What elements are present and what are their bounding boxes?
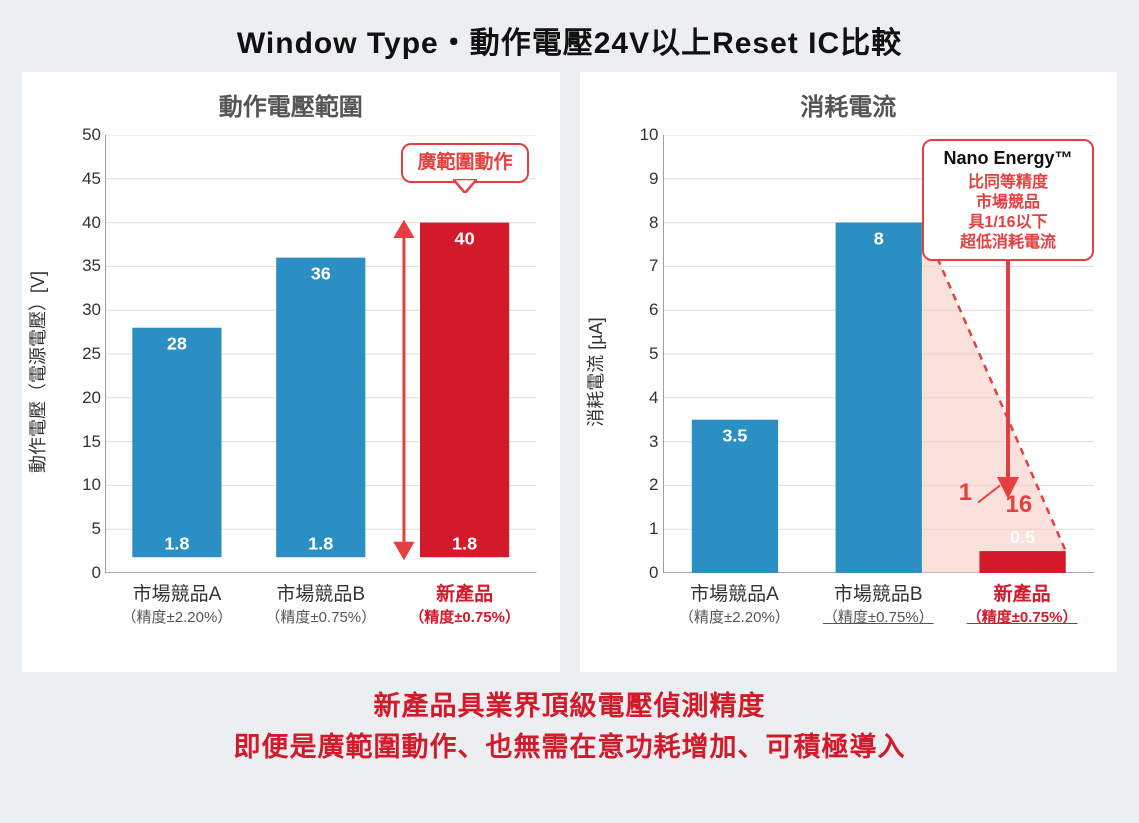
svg-text:8: 8 xyxy=(873,229,883,249)
arrow-down-icon xyxy=(993,259,1023,499)
x-category: 市場競品B（精度±0.75%） xyxy=(249,573,393,661)
svg-text:36: 36 xyxy=(311,264,331,284)
panel-title: 消耗電流 xyxy=(581,73,1117,126)
summary-text: 新產品具業界頂級電壓偵測精度 即便是廣範圍動作、也無需在意功耗增加、可積極導入 xyxy=(22,686,1117,767)
y-axis-label: 消耗電流 [µA] xyxy=(582,317,608,426)
x-category: 市場競品A（精度±2.20%） xyxy=(105,573,249,661)
x-category-new: 新產品（精度±0.75%） xyxy=(950,573,1094,661)
plot-area: 28 1.8 36 1.8 40 1.8 xyxy=(105,135,537,573)
y-axis-label: 動作電壓（電源電壓）[V] xyxy=(24,271,50,473)
callout-nano-energy: Nano Energy™ 比同等精度 市場競品 具1/16以下 超低消耗電流 xyxy=(922,139,1094,261)
svg-text:1.8: 1.8 xyxy=(452,533,477,553)
chart-svg: 28 1.8 36 1.8 40 1.8 xyxy=(105,135,537,573)
svg-text:1.8: 1.8 xyxy=(308,533,333,553)
panel-voltage-range: 動作電壓範圍 動作電壓（電源電壓）[V] 0510152025303540455… xyxy=(22,72,560,672)
x-category: 市場競品B（精度±0.75%） xyxy=(806,573,950,661)
x-axis: 市場競品A（精度±2.20%） 市場競品B（精度±0.75%） 新產品（精度±0… xyxy=(105,573,537,661)
x-category-new: 新產品（精度±0.75%） xyxy=(393,573,537,661)
panel-title: 動作電壓範圍 xyxy=(23,73,559,126)
y-axis-ticks: 012345678910 xyxy=(629,135,663,573)
svg-text:3.5: 3.5 xyxy=(722,426,747,446)
panels: 動作電壓範圍 動作電壓（電源電壓）[V] 0510152025303540455… xyxy=(22,72,1117,672)
panel-current: 消耗電流 消耗電流 [µA] 012345678910 3.580.5 1 16 xyxy=(580,72,1118,672)
svg-text:28: 28 xyxy=(167,334,187,354)
svg-text:40: 40 xyxy=(455,229,475,249)
svg-text:0.5: 0.5 xyxy=(1010,527,1035,547)
page-title: Window Type・動作電壓24V以上Reset IC比較 xyxy=(22,18,1117,62)
y-axis-ticks: 05101520253035404550 xyxy=(71,135,105,573)
x-category: 市場競品A（精度±2.20%） xyxy=(663,573,807,661)
callout-wide-range: 廣範圍動作 xyxy=(401,143,528,183)
x-axis: 市場競品A（精度±2.20%） 市場競品B（精度±0.75%） 新產品（精度±0… xyxy=(663,573,1095,661)
svg-text:1.8: 1.8 xyxy=(164,533,189,553)
